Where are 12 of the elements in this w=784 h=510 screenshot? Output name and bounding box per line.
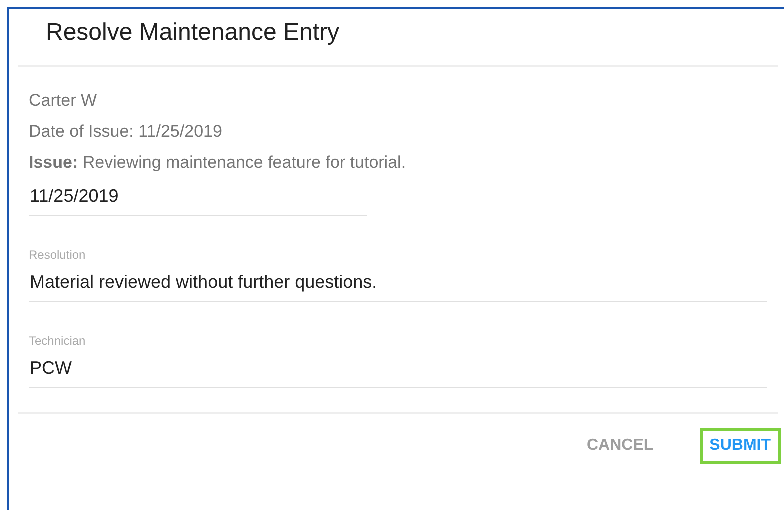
field-label: Resolution: [29, 248, 87, 262]
field-value: PCW: [29, 358, 73, 379]
field-value: Material reviewed without further questions.: [29, 272, 378, 293]
text-field[interactable]: Resolution Material reviewed without further questions.: [29, 248, 767, 302]
reporter-name: Carter W: [29, 90, 98, 112]
issue-date: Date of Issue: 11/25/2019: [29, 121, 224, 143]
date-field[interactable]: 11/25/2019: [29, 186, 367, 216]
issue-description: Issue: Reviewing maintenance feature for tutorial.: [29, 152, 408, 174]
dialog-title: Resolve Maintenance Entry: [45, 18, 340, 48]
field-label: Technician: [29, 334, 87, 348]
text-field[interactable]: Technician PCW: [29, 334, 767, 388]
field-value: 11/25/2019: [29, 186, 120, 207]
